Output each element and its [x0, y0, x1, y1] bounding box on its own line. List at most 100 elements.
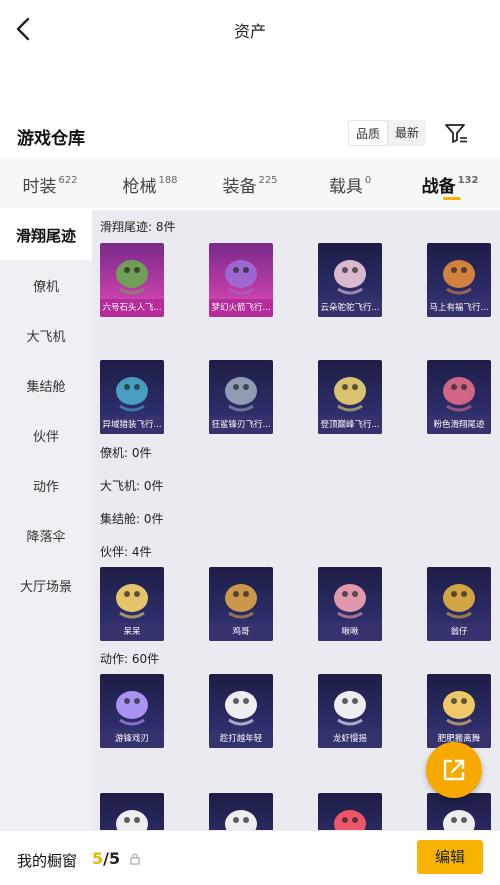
item-name: 六号石头人飞...	[100, 299, 164, 317]
top-bar: 资产	[0, 0, 500, 58]
tab-count: 132	[457, 175, 479, 187]
gold-jet-icon	[334, 377, 366, 412]
item-name: 粉色滑翔尾迹	[427, 416, 491, 434]
item-card[interactable]: 马上有福飞行...	[427, 243, 491, 317]
chick-icon	[116, 584, 148, 619]
tab-vehicles[interactable]: 载具 0	[300, 158, 400, 208]
edit-button[interactable]: 编辑	[417, 840, 483, 874]
item-card[interactable]	[318, 793, 382, 830]
tab-label: 时装	[22, 177, 57, 197]
section-label: 僚机: 0件	[100, 446, 152, 460]
item-card[interactable]: 云朵驼驼飞行...	[318, 243, 382, 317]
sort-quality-option[interactable]: 品质	[348, 120, 388, 146]
item-card[interactable]: 登顶巅峰飞行...	[318, 360, 382, 434]
item-name: 狂鲨锋刃飞行...	[209, 416, 273, 434]
share-button[interactable]	[426, 742, 482, 798]
tab-label: 装备	[222, 177, 257, 197]
category-tabs: 时装 622 枪械 188 装备 225 载具 0 战备 132	[0, 158, 500, 208]
showcase-current: 5	[92, 849, 104, 868]
item-card[interactable]: 梦幻火箭飞行...	[209, 243, 273, 317]
item-name: 游锋戏刃	[100, 730, 164, 748]
item-name: 梦幻火箭飞行...	[209, 299, 273, 317]
item-card[interactable]: 异域猎装飞行...	[100, 360, 164, 434]
item-card[interactable]: 龙虾慢摇	[318, 674, 382, 748]
tab-label: 战备	[421, 177, 456, 197]
emote-wave-icon	[225, 810, 257, 830]
tab-count: 225	[258, 175, 278, 187]
sidebar-item-parachute[interactable]: 降落伞	[0, 510, 92, 560]
item-grid: 滑翔尾迹: 8件六号石头人飞... 梦幻火箭飞行... 云朵驼驼飞行... 马上有福飞…	[92, 210, 500, 830]
item-card[interactable]	[427, 793, 491, 830]
share-external-icon	[443, 759, 465, 781]
item-name: 异域猎装飞行...	[100, 416, 164, 434]
rocket-wing-icon	[225, 260, 257, 295]
item-card[interactable]: 游锋戏刃	[100, 674, 164, 748]
item-name: 啾啾	[318, 623, 382, 641]
tab-label: 载具	[328, 177, 363, 197]
subcategory-sidebar: 滑翔尾迹 僚机 大飞机 集结舱 伙伴 动作 降落伞 大厅场景	[0, 210, 92, 830]
section-label: 滑翔尾迹: 8件	[100, 220, 176, 234]
section-label: 大飞机: 0件	[100, 479, 164, 493]
item-card[interactable]: 趁打越年轻	[209, 674, 273, 748]
filter-button[interactable]	[443, 120, 469, 146]
emote-jump-icon	[116, 810, 148, 830]
emote-spin-icon	[334, 810, 366, 830]
sidebar-item-lobby-scene[interactable]: 大厅场景	[0, 560, 92, 610]
item-card[interactable]: 六号石头人飞...	[100, 243, 164, 317]
section-label: 伙伴: 4件	[100, 545, 152, 559]
sidebar-item-glide-trail[interactable]: 滑翔尾迹	[0, 210, 92, 260]
item-name: 呆呆	[100, 623, 164, 641]
tab-fashion[interactable]: 时装 622	[0, 158, 100, 208]
sidebar-item-companion[interactable]: 伙伴	[0, 410, 92, 460]
item-card[interactable]: 呆呆	[100, 567, 164, 641]
pony-icon	[443, 260, 475, 295]
tab-count: 0	[364, 175, 372, 187]
page-title: 资产	[233, 22, 266, 41]
pink-bird-icon	[334, 584, 366, 619]
item-name: 龙虾慢摇	[318, 730, 382, 748]
item-card[interactable]	[209, 793, 273, 830]
showcase-total: 5	[108, 849, 121, 868]
item-card[interactable]: 翁仔	[427, 567, 491, 641]
showcase-label: 我的橱窗	[17, 852, 78, 870]
sidebar-item-wingman[interactable]: 僚机	[0, 260, 92, 310]
item-card[interactable]: 粉色滑翔尾迹	[427, 360, 491, 434]
active-tab-indicator	[442, 197, 461, 200]
item-name: 云朵驼驼飞行...	[318, 299, 382, 317]
sort-newest-option[interactable]: 最新	[388, 120, 426, 146]
tab-count: 622	[58, 175, 78, 187]
shark-jet-icon	[225, 377, 257, 412]
rooster-icon	[225, 584, 257, 619]
showcase-bar: 我的橱窗 5/5 编辑	[0, 830, 500, 885]
tab-weapons[interactable]: 枪械 188	[100, 158, 200, 208]
tab-count: 188	[158, 175, 178, 187]
tab-battle-gear[interactable]: 战备 132	[400, 158, 500, 208]
item-card[interactable]: 肥肥搬离舞	[427, 674, 491, 748]
sort-toggle: 品质 最新	[348, 120, 426, 146]
emote-pose-icon	[443, 810, 475, 830]
item-card[interactable]	[100, 793, 164, 830]
filter-icon	[445, 124, 467, 143]
alpaca-icon	[334, 260, 366, 295]
knight-chick-icon	[443, 584, 475, 619]
showcase-count: 5/5	[92, 849, 120, 868]
pink-trail-icon	[443, 377, 475, 412]
lock-icon	[130, 853, 140, 865]
item-name: 趁打越年轻	[209, 730, 273, 748]
section-label: 集结舱: 0件	[100, 512, 164, 526]
dragon-wing-icon	[116, 377, 148, 412]
section-label: 动作: 60件	[100, 652, 160, 666]
tab-equipment[interactable]: 装备 225	[200, 158, 300, 208]
emote-blade-icon	[116, 691, 148, 726]
sidebar-item-emote[interactable]: 动作	[0, 460, 92, 510]
tab-label: 枪械	[122, 177, 157, 197]
sidebar-item-assembly-pod[interactable]: 集结舱	[0, 360, 92, 410]
item-card[interactable]: 狂鲨锋刃飞行...	[209, 360, 273, 434]
item-card[interactable]: 啾啾	[318, 567, 382, 641]
item-card[interactable]: 鸡哥	[209, 567, 273, 641]
warehouse-title: 游戏仓库	[17, 129, 85, 149]
emote-sway-icon	[334, 691, 366, 726]
sidebar-item-big-plane[interactable]: 大飞机	[0, 310, 92, 360]
emote-burst-icon	[443, 691, 475, 726]
item-name: 马上有福飞行...	[427, 299, 491, 317]
